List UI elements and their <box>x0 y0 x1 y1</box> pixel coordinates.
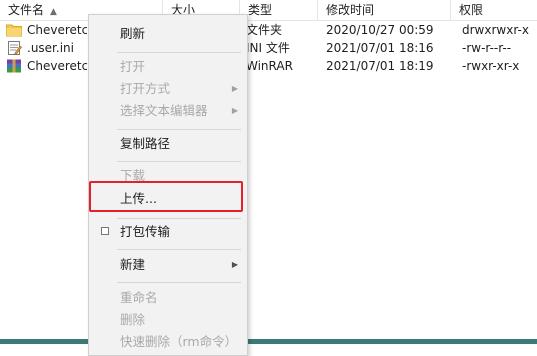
file-modified: 2021/07/01 18:19 <box>326 59 434 73</box>
sort-ascending-icon: ▲ <box>50 7 57 17</box>
menu-separator <box>117 161 241 162</box>
file-modified: 2021/07/01 18:16 <box>326 41 434 55</box>
submenu-arrow-icon: ▶ <box>231 106 238 115</box>
menu-item-delete: 删除 <box>89 309 247 331</box>
column-header-modified[interactable]: 修改时间 <box>318 0 451 20</box>
menu-item-copy-path[interactable]: 复制路径 <box>89 133 247 155</box>
menu-label: 复制路径 <box>120 136 171 151</box>
menu-label: 刷新 <box>120 26 146 41</box>
menu-item-new[interactable]: 新建 ▶ <box>89 254 247 276</box>
file-permissions: -rwxr-xr-x <box>462 59 520 73</box>
menu-separator <box>117 282 241 283</box>
menu-item-open: 打开 <box>89 56 247 78</box>
column-header-permissions[interactable]: 权限 <box>451 0 537 20</box>
menu-separator <box>117 129 241 130</box>
file-permissions: -rw-r--r-- <box>462 41 512 55</box>
menu-item-quick-delete: 快速删除（rm命令） <box>89 331 247 353</box>
submenu-arrow-icon: ▶ <box>231 260 238 269</box>
file-type: 文件夹 <box>246 23 283 37</box>
file-row[interactable]: .user.ini INI 文件 2021/07/01 18:16 -rw-r-… <box>0 39 537 57</box>
file-name: Cheveretc <box>27 59 87 73</box>
file-name: .user.ini <box>27 41 74 55</box>
menu-label: 新建 <box>120 257 146 272</box>
menu-item-rename: 重命名 <box>89 287 247 309</box>
winrar-archive-icon <box>6 59 22 73</box>
menu-label: 打包传输 <box>120 224 171 239</box>
file-type: INI 文件 <box>246 41 290 55</box>
menu-item-pack-transfer[interactable]: 打包传输 <box>89 221 247 243</box>
file-name: Cheveretc <box>27 23 87 37</box>
menu-item-refresh[interactable]: 刷新 <box>89 23 247 45</box>
menu-label: 快速删除（rm命令） <box>120 334 238 349</box>
column-perms-label: 权限 <box>459 3 484 17</box>
column-modified-label: 修改时间 <box>326 3 375 17</box>
menu-label: 重命名 <box>120 290 158 305</box>
menu-item-open-with: 打开方式 ▶ <box>89 78 247 100</box>
highlight-box <box>89 181 243 212</box>
menu-separator <box>117 249 241 250</box>
column-type-label: 类型 <box>248 3 273 17</box>
menu-separator <box>117 52 241 53</box>
file-type: WinRAR <box>246 59 293 73</box>
file-row[interactable]: Cheveretc 文件夹 2020/10/27 00:59 drwxrwxr-… <box>0 21 537 39</box>
menu-label: 删除 <box>120 312 146 327</box>
column-header-type[interactable]: 类型 <box>240 0 318 20</box>
checkbox-icon <box>101 227 109 235</box>
menu-label: 选择文本编辑器 <box>120 103 208 118</box>
file-list-header: 文件名 ▲ 大小 类型 修改时间 权限 <box>0 0 537 21</box>
file-modified: 2020/10/27 00:59 <box>326 23 434 37</box>
menu-label: 打开 <box>120 59 146 74</box>
status-accent-bar <box>0 339 537 344</box>
folder-icon <box>6 23 22 37</box>
ini-file-icon <box>6 41 22 55</box>
column-name-label: 文件名 <box>8 3 45 17</box>
file-row[interactable]: Cheveretc WinRAR 2021/07/01 18:19 -rwxr-… <box>0 57 537 75</box>
menu-separator <box>117 218 241 219</box>
menu-item-choose-editor: 选择文本编辑器 ▶ <box>89 100 247 122</box>
file-permissions: drwxrwxr-x <box>462 23 529 37</box>
submenu-arrow-icon: ▶ <box>231 84 238 93</box>
menu-label: 打开方式 <box>120 81 171 96</box>
